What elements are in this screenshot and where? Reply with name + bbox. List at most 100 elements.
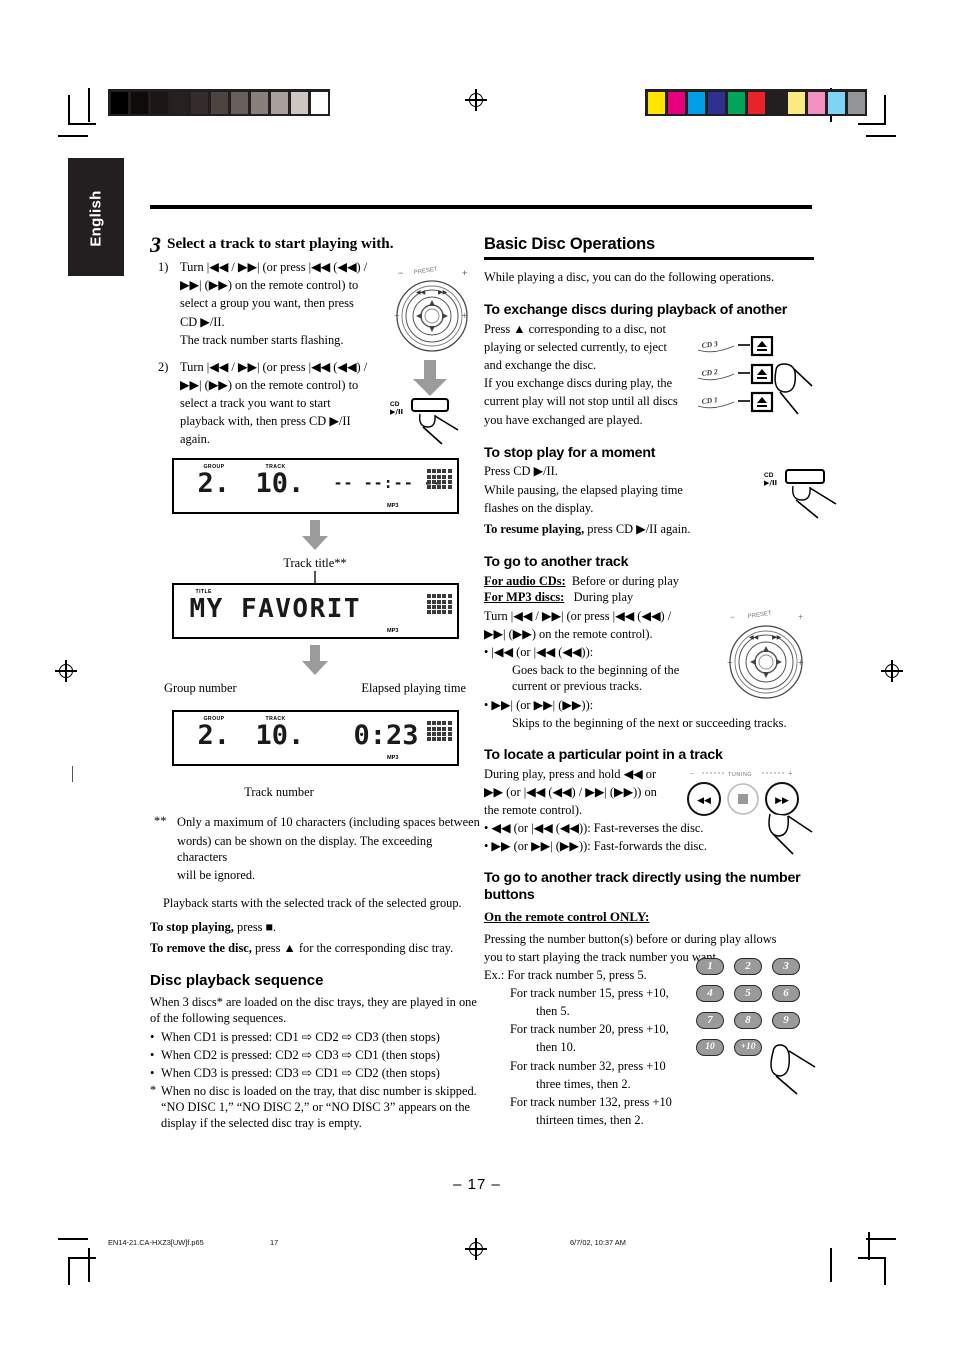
another-track-bullet-1-key: • |◀◀ (or |◀◀ (◀◀)): [484,645,594,660]
remote-key-9[interactable]: 9 [772,1012,800,1029]
matrix-cell [437,604,442,609]
exchange-line-6: you have exchanged are played. [484,412,643,427]
cd1-label: CD 1 [701,395,718,406]
locate-point-heading: To locate a particular point in a track [484,746,723,763]
registration-mark-left [55,660,77,682]
step-3-block: 3 Select a track to start playing with. [150,232,480,257]
locate-line-2: ▶▶ (or |◀◀ (◀◀) / ▶▶| (▶▶)) on [484,784,657,799]
remote-key-5[interactable]: 5 [734,985,762,1002]
svg-text:−: − [690,769,695,778]
svg-text:−: − [394,311,400,322]
matrix-cell [442,484,447,489]
svg-text:+: + [462,268,467,278]
crop-mark-bottom-left-tick [58,1238,88,1240]
sequence-bullet-2-text: When CD2 is pressed: CD2 ⇨ CD3 ⇨ CD1 (th… [161,1047,440,1062]
substep-2-line-5: again. [180,432,210,447]
language-tab: English [68,158,124,276]
example-5-main: For track number 132, press +10 [510,1094,672,1109]
remote-only-subheading: On the remote control ONLY: [484,908,650,924]
crop-mark-top-left-tick [58,135,88,137]
stop-moment-line-3: flashes on the display. [484,500,594,515]
svg-text:+: + [462,311,468,322]
matrix-cell [437,609,442,614]
track-number-caption: Track number [244,785,314,800]
matrix-cell [432,594,437,599]
matrix-cell [427,594,432,599]
display1-track-value: 10. [255,468,305,500]
svg-text:▶▶: ▶▶ [438,290,448,296]
color-swatch-2 [687,91,705,114]
example-4-main: For track number 32, press +10 [510,1058,666,1073]
exchange-line-1: Press ▲ corresponding to a disc, not [484,321,666,336]
another-track-bullet-1-desc: Goes back to the beginning of the curren… [512,663,680,694]
matrix-cell [442,609,447,614]
sequence-footnote-text: When no disc is loaded on the tray, that… [161,1083,477,1131]
number-buttons-heading: To go to another track directly using th… [484,870,801,903]
flow-arrow-1 [302,520,328,551]
crop-mark-bottom-right-tick [866,1238,896,1240]
remote-key-8[interactable]: 8 [734,1012,762,1029]
display3-group-value: 2. [197,720,231,752]
matrix-cell [432,479,437,484]
display2-mp3-indicator: MP3 [386,628,399,635]
color-swatch-1 [130,91,148,114]
substep-1: 1) Turn |◀◀ / ▶▶| (or press |◀◀ (◀◀) / ▶… [150,259,400,348]
stop-playing-label: To stop playing, [150,920,234,935]
matrix-cell [432,736,437,741]
section-title: Basic Disc Operations [484,235,655,253]
bullet-dot: • [150,1047,155,1062]
elapsed-time-label: Elapsed playing time [361,681,466,696]
remote-key-7[interactable]: 7 [696,1012,724,1029]
stop-playing-line: To stop playing, press ■. [150,919,480,935]
another-track-line-1: Turn |◀◀ / ▶▶| (or press |◀◀ (◀◀) / [484,608,672,623]
crop-mark-top-right-tick [866,135,896,137]
resume-playing-text: press CD ▶/II again. [587,521,691,536]
flow-arrow-2 [302,645,328,676]
sequence-footnote-marker: * [150,1082,157,1097]
audio-cds-value: Before or during play [571,573,679,588]
preset-label: PRESET [413,267,438,276]
sequence-intro: When 3 discs* are loaded on the disc tra… [150,995,477,1026]
matrix-cell [432,599,437,604]
color-swatch-2 [150,91,168,114]
matrix-cell [437,721,442,726]
stop-moment-heading: To stop play for a moment [484,444,656,461]
remote-key-3[interactable]: 3 [772,958,800,975]
remote-key-6[interactable]: 6 [772,985,800,1002]
crop-mark-top-left [68,95,104,131]
matrix-cell [432,609,437,614]
remote-key-4[interactable]: 4 [696,985,724,1002]
another-track-bullet-2-key: • ▶▶| (or ▶▶| (▶▶)): [484,697,594,712]
substep-2-line-1: Turn |◀◀ / ▶▶| (or press |◀◀ (◀◀) / [180,359,368,374]
stop-icon [738,794,748,804]
matrix-cell [432,721,437,726]
remote-key-1[interactable]: 1 [696,958,724,975]
substep-1-line-4: CD ▶/II. [180,314,225,329]
cd-play-pause-button-illustration-2: CD ▶/II [764,468,846,520]
remote-key-plus10[interactable]: +10 [734,1039,762,1056]
preset-label: PRESET [747,611,772,620]
display1-matrix-icon [427,469,452,489]
matrix-cell [432,484,437,489]
matrix-cell [447,726,452,731]
example-3-main: For track number 20, press +10, [510,1022,669,1037]
matrix-cell [447,484,452,489]
matrix-cell [427,721,432,726]
color-swatch-4 [190,91,208,114]
sequence-bullet-list: • When CD1 is pressed: CD1 ⇨ CD2 ⇨ CD3 (t… [150,1029,480,1081]
example-4-cont: three times, then 2. [536,1076,631,1091]
number-buttons-line-1: Pressing the number button(s) before or … [484,931,777,946]
svg-text:+: + [798,658,804,669]
matrix-cell [427,484,432,489]
footnote-marker: ** [154,814,167,829]
remote-key-2[interactable]: 2 [734,958,762,975]
remote-key-10[interactable]: 10 [696,1039,724,1056]
substep-1-line-3: select a group you want, then press [180,296,354,311]
matrix-cell [427,604,432,609]
jog-dial-illustration-1: PRESET − + − + ◀◀ ▶▶ [386,264,478,356]
another-track-heading: To go to another track [484,553,629,570]
matrix-cell [437,484,442,489]
grayscale-color-bar [108,89,330,116]
registration-mark-bottom [465,1238,487,1260]
color-swatch-10 [310,91,328,114]
